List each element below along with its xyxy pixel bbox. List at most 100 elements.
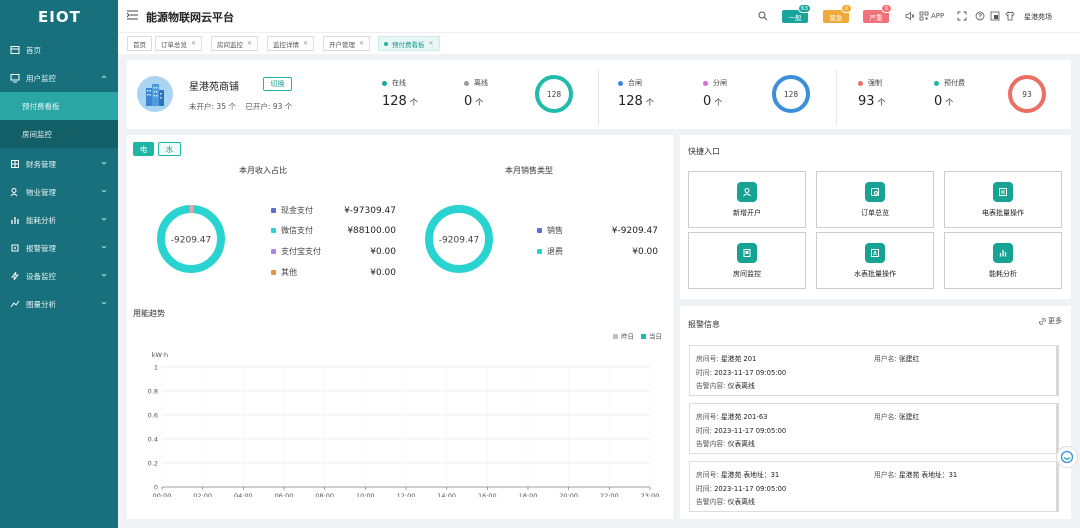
time-value: 2023-11-17 09:05:00 [714,369,787,377]
theme-shirt-icon[interactable] [1005,11,1015,21]
active-tab-dot [384,41,388,46]
legend-label: 退费 [547,247,563,256]
qrcode-icon[interactable] [919,11,929,21]
quick-water-meter-batch[interactable]: 水表批量操作 [816,232,934,289]
electric-tab[interactable]: 电 [133,142,154,156]
chevron-up-icon [101,75,107,79]
close-icon[interactable]: ✕ [359,40,364,47]
tab-account-management[interactable]: 开户管理 ✕ [323,36,371,51]
water-tab[interactable]: 水 [158,142,181,156]
sidebar-item-label: 用户监控 [26,73,56,83]
logo-text: EIOT [38,8,81,26]
kpi-number: 93 [858,94,875,109]
y-tick-label: 0.6 [148,412,158,420]
floating-assistant-button[interactable] [1056,446,1078,468]
alert-label: 一般 [788,13,802,22]
sidebar-item-energy-analysis[interactable]: 能耗分析 [0,206,118,234]
window-icon[interactable] [990,11,1000,21]
sidebar-subitem-room-monitor[interactable]: 房间监控 [0,120,118,148]
close-icon[interactable]: ✕ [191,40,196,47]
y-axis-label: kW·h [152,351,168,359]
sidebar-item-alarm[interactable]: 报警管理 [0,234,118,262]
room-label: 房间号: [696,413,719,421]
tab-order-overview[interactable]: 订单总览 ✕ [155,36,203,51]
link-icon [1039,317,1046,325]
opened-label: 已开户: [245,102,271,111]
income-donut-chart: -9209.47 [157,204,225,273]
top-bar: 能源物联网云平台 一般 63 紧急 0 严重 0 APP 星港苑场 [118,0,1080,32]
trend-line-chart: 0 0.2 0.4 0.6 0.8 1 00:00 02:00 04:00 06:00 08:00 1… [148,332,662,498]
alarm-item[interactable]: 房间号: 星港苑 表地址：31 用户名: 星港苑 表地址：31 时间: 2023… [689,461,1059,512]
switch-store-button[interactable]: 切换 [263,77,292,91]
content-label: 告警内容: [696,382,726,390]
alarm-item[interactable]: 房间号: 星港苑 201-63 用户名: 张建红 时间: 2023-11-17 … [689,403,1059,454]
close-icon[interactable]: ✕ [429,40,434,47]
quick-entry-label: 能耗分析 [989,269,1017,278]
kpi-offline-value: 0个 [464,94,483,109]
quick-entry-label: 订单总览 [861,208,889,217]
close-icon[interactable]: ✕ [303,40,308,47]
chevron-down-icon [101,245,107,249]
alert-severe-button[interactable]: 严重 0 [863,4,892,23]
sales-donut-center: -9209.47 [439,236,479,246]
quick-room-monitor[interactable]: 房间监控 [688,232,806,289]
alarm-more-link[interactable]: 更多 [1039,316,1062,326]
menu-toggle-icon[interactable] [127,10,138,20]
quick-order-overview[interactable]: 订单总览 [816,171,934,228]
sidebar-item-home[interactable]: 首页 [0,36,118,64]
kpi-closed-label: 合闸 [618,78,642,88]
unopened-unit: 个 [228,102,236,111]
sales-title: 本月销售类型 [505,166,553,175]
chart-icon [10,215,20,225]
kpi-forced-label: 强制 [858,78,882,88]
alarm-item[interactable]: 房间号: 星港苑 201 用户名: 张建红 时间: 2023-11-17 09:… [689,345,1059,396]
kpi-unit: 个 [945,98,954,107]
close-icon[interactable]: ✕ [247,40,252,47]
user-label: 用户名: [874,355,897,363]
tab-room-monitor[interactable]: 房间监控 ✕ [211,36,259,51]
volume-icon[interactable] [905,11,915,21]
tab-bar: 首页 订单总览 ✕ 房间监控 ✕ 监控详情 ✕ 开户管理 ✕ 预付费看板 ✕ [118,32,1080,54]
page-title: 能源物联网云平台 [146,11,234,24]
income-title: 本月收入占比 [239,166,287,175]
online-ring-gauge: 128 [535,75,573,113]
kpi-divider [598,70,599,125]
logo[interactable]: EIOT [0,0,118,34]
sidebar-item-device[interactable]: 设备监控 [0,262,118,290]
alert-general-button[interactable]: 一般 63 [782,4,811,23]
legend-label: 昨日 [621,332,634,341]
quick-meter-batch[interactable]: 电表批量操作 [944,171,1062,228]
tab-home[interactable]: 首页 [127,36,152,51]
sidebar-item-user-monitor[interactable]: 用户监控 [0,64,118,92]
app-link[interactable]: APP [931,12,944,20]
fullscreen-icon[interactable] [957,11,967,21]
room-icon [737,242,757,263]
sidebar-item-finance[interactable]: 财务管理 [0,150,118,178]
kpi-number: 128 [618,94,643,109]
kpi-prepaid-value: 0个 [934,94,953,109]
sidebar-item-volume-analysis[interactable]: 图量分析 [0,290,118,318]
content-label: 告警内容: [696,498,726,506]
sidebar-item-property[interactable]: 物业管理 [0,178,118,206]
chevron-down-icon [101,301,107,305]
quick-add-account[interactable]: 新增开户 [688,171,806,228]
opened-unit: 个 [284,102,293,111]
sidebar-subitem-prepaid-board[interactable]: 预付费看板 [0,92,118,120]
room-label: 房间号: [696,471,719,479]
search-icon[interactable] [758,11,768,21]
kpi-unit: 个 [645,98,654,107]
kpi-number: 0 [934,94,943,109]
tab-prepaid-board[interactable]: 预付费看板 ✕ [378,36,440,51]
quick-energy-analysis[interactable]: 能耗分析 [944,232,1062,289]
alert-label: 严重 [869,13,883,22]
income-legend-alipay: 支付宝支付 ¥0.00 [271,246,396,257]
user-name[interactable]: 星港苑场 [1024,12,1052,22]
chevron-down-icon [101,189,107,193]
time-label: 时间: [696,485,712,493]
tab-monitor-detail[interactable]: 监控详情 ✕ [267,36,315,51]
store-building-icon [137,76,173,112]
legend-value: ¥-9209.47 [611,225,658,236]
help-icon[interactable] [975,11,985,21]
alert-urgent-button[interactable]: 紧急 0 [823,4,852,23]
user-label: 用户名: [874,413,897,421]
